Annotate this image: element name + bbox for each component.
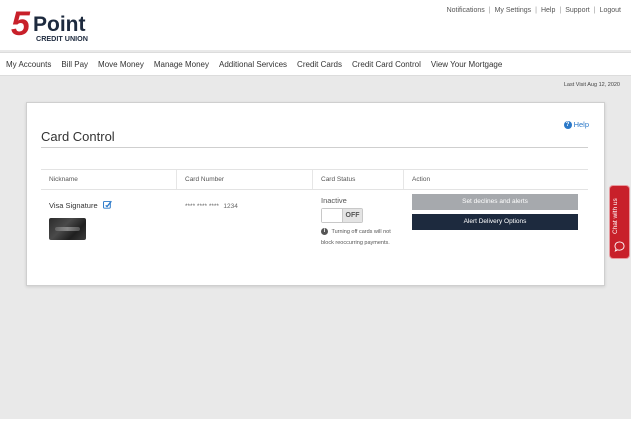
nav-item-view-your-mortgage[interactable]: View Your Mortgage <box>431 60 502 69</box>
nav-item-additional-services[interactable]: Additional Services <box>219 60 287 69</box>
separator: | <box>535 7 537 14</box>
header-card-status: Card Status <box>313 170 404 189</box>
last-visit: Last Visit Aug 12, 2020 <box>563 82 620 88</box>
five-point-logo-icon: 5 Point CREDIT UNION <box>11 8 88 43</box>
card-image <box>49 218 86 240</box>
card-number-cell: **** **** **** 1234 <box>185 195 238 213</box>
logo-sub: CREDIT UNION <box>36 34 88 43</box>
nickname-cell: Visa Signature <box>49 196 112 240</box>
set-declines-alerts-button[interactable]: Set declines and alerts <box>412 194 578 210</box>
separator: | <box>488 7 491 14</box>
utility-links: Notifications | My Settings | Help | Sup… <box>447 7 621 14</box>
toggle-off-label: OFF <box>343 209 362 222</box>
help-top-link[interactable]: Help <box>541 7 555 14</box>
separator: | <box>593 7 596 14</box>
chat-bubble-icon <box>614 241 625 252</box>
header-card-number: Card Number <box>177 170 313 189</box>
card-number-masked: **** **** **** <box>185 203 219 210</box>
page-title: Card Control <box>41 129 115 144</box>
nav-item-manage-money[interactable]: Manage Money <box>154 60 209 69</box>
nav-item-my-accounts[interactable]: My Accounts <box>6 60 51 69</box>
main-nav: My Accounts Bill Pay Move Money Manage M… <box>0 52 631 76</box>
chat-label: Chat with us <box>612 198 619 234</box>
table-header: Nickname Card Number Card Status Action <box>41 169 588 190</box>
question-circle-icon: ? <box>563 120 572 129</box>
card-number-last4: 1234 <box>223 203 238 210</box>
card-status-toggle[interactable]: OFF <box>321 208 363 223</box>
nav-item-bill-pay[interactable]: Bill Pay <box>61 60 88 69</box>
toggle-knob <box>322 209 343 222</box>
nav-item-move-money[interactable]: Move Money <box>98 60 144 69</box>
logo-word: Point <box>33 13 86 36</box>
table-row: Visa Signature **** **** **** 1234 Inact… <box>41 189 588 269</box>
logo[interactable]: 5 Point CREDIT UNION <box>10 8 102 44</box>
nav-item-credit-card-control[interactable]: Credit Card Control <box>352 60 421 69</box>
notifications-link[interactable]: Notifications <box>447 7 485 14</box>
help-link-label: Help <box>573 120 589 129</box>
header: 5 Point CREDIT UNION Notifications | My … <box>0 0 631 50</box>
my-settings-link[interactable]: My Settings <box>495 7 532 14</box>
card-control-panel: ? Help Card Control Nickname Card Number… <box>26 102 605 286</box>
separator: | <box>559 7 562 14</box>
chat-tab[interactable]: Chat with us <box>610 186 629 258</box>
card-status: Inactive <box>321 196 347 205</box>
nav-item-credit-cards[interactable]: Credit Cards <box>297 60 342 69</box>
logout-link[interactable]: Logout <box>600 7 621 14</box>
header-nickname: Nickname <box>41 170 177 189</box>
card-status-cell: Inactive OFF i Turning off cards will no… <box>321 196 401 249</box>
header-action: Action <box>412 176 431 183</box>
edit-icon[interactable] <box>102 196 112 214</box>
title-divider <box>41 147 588 148</box>
help-link[interactable]: ? Help <box>563 120 589 129</box>
support-link[interactable]: Support <box>565 7 590 14</box>
info-circle-icon: i <box>321 228 328 236</box>
alert-delivery-options-button[interactable]: Alert Delivery Options <box>412 214 578 230</box>
action-cell: Set declines and alerts Alert Delivery O… <box>412 194 578 230</box>
logo-number: 5 <box>11 8 31 43</box>
card-nickname: Visa Signature <box>49 200 98 210</box>
status-note: i Turning off cards will not block reocc… <box>321 227 401 249</box>
status-note-text: Turning off cards will not block reoccur… <box>321 229 391 246</box>
